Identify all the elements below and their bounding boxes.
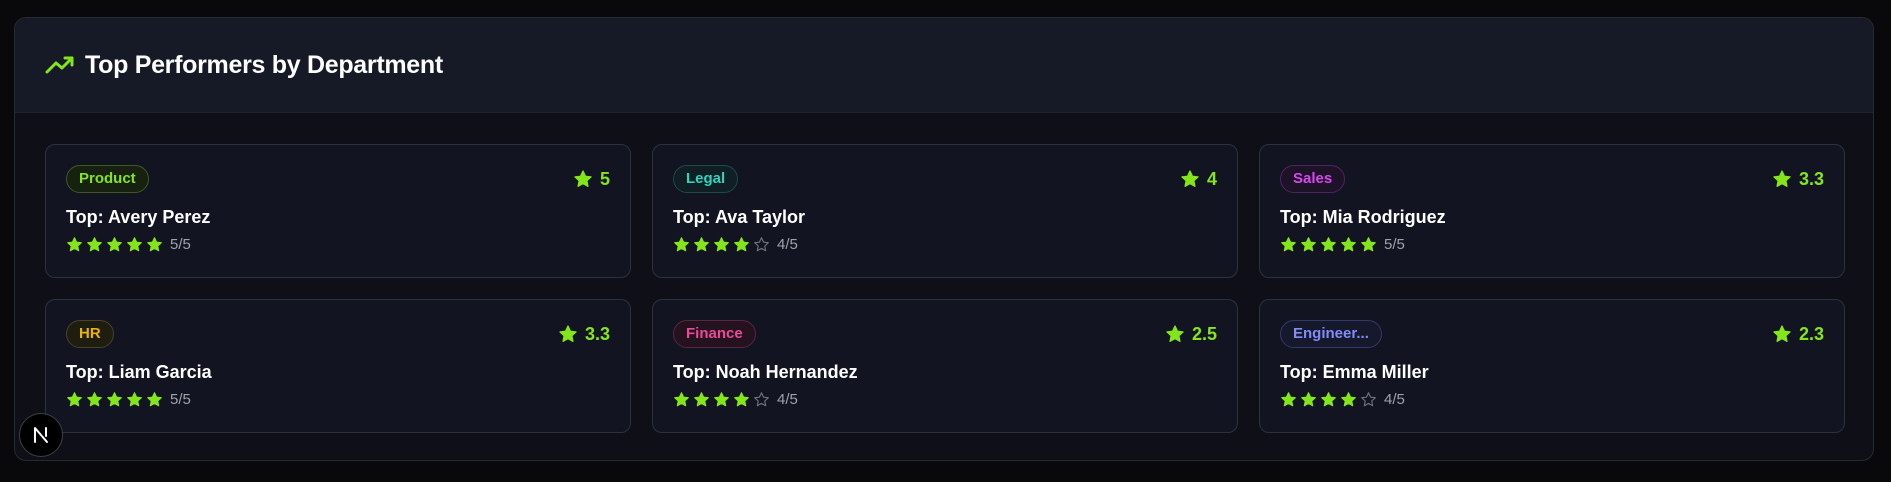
star-filled-icon bbox=[673, 391, 690, 408]
rating-text: 4/5 bbox=[1384, 391, 1405, 408]
score-value: 3.3 bbox=[584, 323, 610, 344]
rating-text: 5/5 bbox=[170, 391, 191, 408]
rating-text: 4/5 bbox=[777, 391, 798, 408]
top-performers-panel: Top Performers by Department Product 5 T… bbox=[14, 17, 1874, 461]
department-card[interactable]: Legal 4 Top: Ava Taylor 4/5 bbox=[652, 144, 1238, 278]
next-dev-indicator-button[interactable] bbox=[19, 413, 63, 457]
star-filled-icon bbox=[106, 391, 123, 408]
department-card[interactable]: HR 3.3 Top: Liam Garcia 5/5 bbox=[45, 299, 631, 433]
star-filled-icon bbox=[1340, 391, 1357, 408]
department-card[interactable]: Engineer... 2.3 Top: Emma Miller 4/5 bbox=[1259, 299, 1845, 433]
star-filled-icon bbox=[66, 236, 83, 253]
star-filled-icon bbox=[86, 236, 103, 253]
department-badge: Sales bbox=[1280, 165, 1346, 193]
score: 2.3 bbox=[1772, 324, 1824, 345]
next-logo-icon bbox=[34, 427, 48, 443]
star-filled-icon bbox=[1360, 236, 1377, 253]
score-value: 4 bbox=[1206, 168, 1217, 189]
panel-header: Top Performers by Department bbox=[15, 18, 1873, 113]
star-icon bbox=[573, 169, 593, 189]
star-rating: 4/5 bbox=[673, 391, 1217, 408]
rating-text: 5/5 bbox=[1384, 236, 1405, 253]
star-filled-icon bbox=[126, 391, 143, 408]
star-icon bbox=[1165, 324, 1185, 344]
star-rating: 4/5 bbox=[1280, 391, 1824, 408]
department-badge: Legal bbox=[673, 165, 739, 193]
score-value: 3.3 bbox=[1798, 168, 1824, 189]
score: 3.3 bbox=[558, 324, 610, 345]
score-value: 2.3 bbox=[1798, 323, 1824, 344]
score: 3.3 bbox=[1772, 169, 1824, 190]
star-filled-icon bbox=[733, 391, 750, 408]
star-icon bbox=[1180, 169, 1200, 189]
score: 5 bbox=[573, 169, 610, 190]
star-filled-icon bbox=[1320, 236, 1337, 253]
score: 4 bbox=[1180, 169, 1217, 190]
star-rating: 5/5 bbox=[1280, 236, 1824, 253]
star-filled-icon bbox=[733, 236, 750, 253]
star-filled-icon bbox=[713, 391, 730, 408]
star-empty-icon bbox=[753, 236, 770, 253]
star-filled-icon bbox=[126, 236, 143, 253]
star-rating: 5/5 bbox=[66, 391, 610, 408]
department-badge: HR bbox=[66, 320, 114, 348]
department-badge: Finance bbox=[673, 320, 756, 348]
star-filled-icon bbox=[693, 391, 710, 408]
star-filled-icon bbox=[713, 236, 730, 253]
star-icon bbox=[1772, 324, 1792, 344]
star-filled-icon bbox=[106, 236, 123, 253]
score-value: 2.5 bbox=[1191, 323, 1217, 344]
top-performer-name: Top: Emma Miller bbox=[1280, 362, 1429, 382]
department-card[interactable]: Sales 3.3 Top: Mia Rodriguez 5/5 bbox=[1259, 144, 1845, 278]
star-filled-icon bbox=[66, 391, 83, 408]
star-filled-icon bbox=[1300, 391, 1317, 408]
top-performer-name: Top: Mia Rodriguez bbox=[1280, 207, 1446, 227]
star-filled-icon bbox=[1340, 236, 1357, 253]
star-filled-icon bbox=[86, 391, 103, 408]
star-empty-icon bbox=[753, 391, 770, 408]
star-filled-icon bbox=[1320, 391, 1337, 408]
star-icon bbox=[1772, 169, 1792, 189]
star-rating: 5/5 bbox=[66, 236, 610, 253]
star-filled-icon bbox=[673, 236, 690, 253]
department-card-grid: Product 5 Top: Avery Perez 5/5 Legal 4 T… bbox=[45, 144, 1845, 433]
star-rating: 4/5 bbox=[673, 236, 1217, 253]
trending-up-icon bbox=[45, 54, 75, 76]
star-filled-icon bbox=[1300, 236, 1317, 253]
star-filled-icon bbox=[1280, 236, 1297, 253]
star-filled-icon bbox=[146, 236, 163, 253]
department-badge: Engineer... bbox=[1280, 320, 1382, 348]
score: 2.5 bbox=[1165, 324, 1217, 345]
star-icon bbox=[558, 324, 578, 344]
rating-text: 4/5 bbox=[777, 236, 798, 253]
star-filled-icon bbox=[1280, 391, 1297, 408]
top-performer-name: Top: Noah Hernandez bbox=[673, 362, 858, 382]
top-performer-name: Top: Liam Garcia bbox=[66, 362, 212, 382]
score-value: 5 bbox=[599, 168, 610, 189]
star-filled-icon bbox=[693, 236, 710, 253]
department-card[interactable]: Product 5 Top: Avery Perez 5/5 bbox=[45, 144, 631, 278]
department-card[interactable]: Finance 2.5 Top: Noah Hernandez 4/5 bbox=[652, 299, 1238, 433]
star-empty-icon bbox=[1360, 391, 1377, 408]
top-performer-name: Top: Ava Taylor bbox=[673, 207, 806, 227]
rating-text: 5/5 bbox=[170, 236, 191, 253]
panel-title: Top Performers by Department bbox=[85, 50, 443, 79]
star-filled-icon bbox=[146, 391, 163, 408]
department-badge: Product bbox=[66, 165, 149, 193]
top-performer-name: Top: Avery Perez bbox=[66, 207, 211, 227]
